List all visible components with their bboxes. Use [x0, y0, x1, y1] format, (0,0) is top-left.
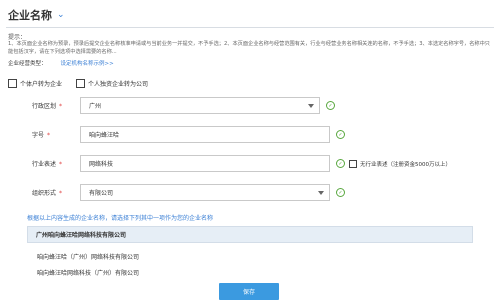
- suggestion-item[interactable]: 咱向蜂汪哈（广州）网络科技有限公司: [37, 252, 139, 261]
- selection-notice: 根据以上内容生成的企业名称，请选择下列其中一项作为您的企业名称: [27, 215, 214, 222]
- org-type-row: 企业经营类型： 设定机构名称示例>>: [8, 59, 114, 67]
- checkbox-sole-to-company[interactable]: 个人独资企业转为公司: [76, 79, 148, 88]
- checkbox-individual-to-enterprise[interactable]: 个体户转为企业: [8, 79, 62, 88]
- chevron-down-icon[interactable]: ⌄: [57, 10, 65, 20]
- suggestion-item[interactable]: 咱向蜂汪哈网络科技（广州）有限公司: [37, 268, 139, 277]
- check-circle-icon: ✓: [336, 159, 345, 168]
- save-button[interactable]: 保存: [219, 283, 279, 300]
- checkbox-no-industry[interactable]: 无行业表述（注册资金5000万以上）: [349, 159, 451, 168]
- suggestion-selected[interactable]: 广州咱向蜂汪哈网络科技有限公司: [27, 226, 473, 243]
- org-form-label: 组织形式 *: [32, 190, 63, 197]
- org-form-row: 组织形式 * 有限公司 ✓: [32, 184, 345, 201]
- conversion-options: 个体户转为企业 个人独资企业转为公司: [8, 79, 162, 88]
- region-label: 行政区划 *: [32, 103, 63, 110]
- checkbox-box[interactable]: [8, 79, 17, 88]
- check-circle-icon: ✓: [326, 101, 335, 110]
- org-form-value: 有限公司: [89, 190, 114, 197]
- checkbox-label: 个体户转为企业: [20, 81, 63, 88]
- checkbox-label: 个人独资企业转为公司: [88, 81, 149, 88]
- checkbox-box[interactable]: [349, 159, 357, 168]
- industry-label: 行业表述 *: [32, 161, 63, 168]
- org-form-select[interactable]: 有限公司: [80, 184, 330, 201]
- industry-row: 行业表述 * 网络科技 ✓ 无行业表述（注册资金5000万以上）: [32, 155, 451, 172]
- trade-name-row: 字号 * 咱向蜂汪哈 ✓: [32, 126, 345, 143]
- region-select[interactable]: 广州: [80, 97, 320, 114]
- dropdown-arrow-icon: [318, 191, 324, 195]
- trade-name-label: 字号 *: [32, 132, 51, 139]
- org-type-example-link[interactable]: 设定机构名称示例>>: [61, 59, 114, 67]
- check-circle-icon: ✓: [336, 130, 345, 139]
- check-circle-icon: ✓: [336, 188, 345, 197]
- trade-name-input[interactable]: 咱向蜂汪哈: [80, 126, 330, 143]
- industry-input[interactable]: 网络科技: [80, 155, 330, 172]
- checkbox-box[interactable]: [76, 79, 86, 88]
- checkbox-label: 无行业表述（注册资金5000万以上）: [360, 161, 451, 168]
- region-value: 广州: [89, 103, 102, 110]
- region-row: 行政区划 * 广州 ✓: [32, 97, 335, 114]
- dropdown-arrow-icon: [308, 104, 314, 108]
- section-header: 企业名称 ⌄: [8, 4, 65, 26]
- section-title: 企业名称: [8, 9, 52, 22]
- org-type-label: 企业经营类型：: [8, 61, 47, 67]
- tip-text: 1、本页面企业名称为预录，预录后提交企业名称核准申请或与当前业务一并提交，不予手…: [8, 41, 490, 55]
- header-divider: [6, 27, 494, 28]
